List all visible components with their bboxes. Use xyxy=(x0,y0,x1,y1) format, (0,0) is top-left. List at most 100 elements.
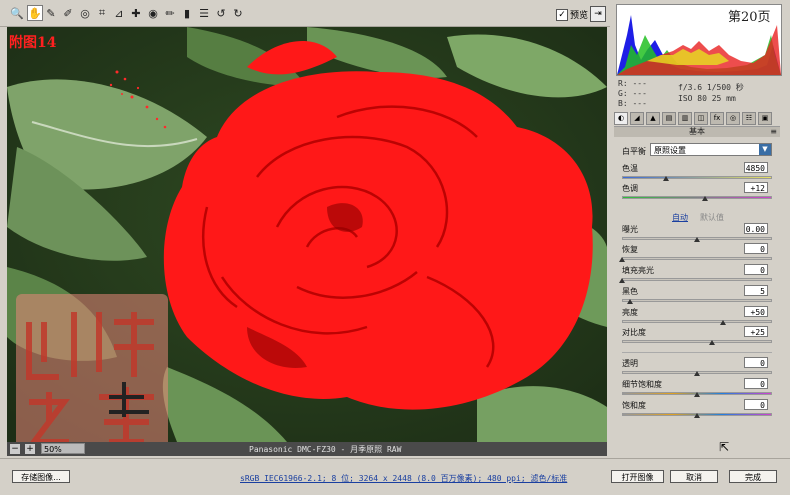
slider-thumb[interactable] xyxy=(694,371,700,376)
slider-track[interactable] xyxy=(622,196,772,199)
preview-label: 预览 xyxy=(570,11,589,21)
slider-value-field[interactable]: +25 xyxy=(744,326,768,337)
panel-header: 基本 ≡ xyxy=(614,126,780,137)
green-readout: G: --- xyxy=(618,89,647,98)
workflow-options-link[interactable]: sRGB IEC61966-2.1; 8 位; 3264 x 2448 (8.0… xyxy=(240,473,567,484)
tab-camera-calibration[interactable]: ◎ xyxy=(726,112,740,125)
slider-label: 黑色 xyxy=(622,287,638,296)
zoom-in-button[interactable]: + xyxy=(25,444,35,454)
iso-readout: ISO 80 25 mm xyxy=(678,94,736,103)
slider-value-field[interactable]: 0 xyxy=(744,357,768,368)
exposure-readout: f/3.6 1/500 秒 xyxy=(678,83,744,92)
slider-track[interactable] xyxy=(622,176,772,179)
open-image-button[interactable]: 打开图像 xyxy=(611,470,664,483)
auto-link[interactable]: 自动 xyxy=(672,212,688,223)
seal-stamp xyxy=(16,294,168,455)
slider-value-field[interactable]: +12 xyxy=(744,182,768,193)
preview-toggle[interactable]: ✓ 预览 xyxy=(556,8,588,21)
toolbar: 🔍 ✋ ✎ ✐ ◎ ⌗ ⊿ ✚ ◉ ✏ ▮ ☰ ↺ ↻ ✓ 预览 ⇥ xyxy=(0,0,610,27)
divider xyxy=(622,352,772,353)
panel-title: 基本 xyxy=(689,127,705,136)
slider-label: 曝光 xyxy=(622,225,638,234)
tab-tone-curve[interactable]: ◢ xyxy=(630,112,644,125)
slider-track[interactable] xyxy=(622,278,772,281)
slider-track[interactable] xyxy=(622,320,772,323)
preview-checkbox[interactable]: ✓ xyxy=(556,8,568,21)
slider-value-field[interactable]: 0 xyxy=(744,264,768,275)
tab-detail[interactable]: ▲ xyxy=(646,112,660,125)
fullscreen-icon[interactable]: ⇥ xyxy=(590,6,606,22)
slider-thumb[interactable] xyxy=(701,196,708,201)
slider-thumb[interactable] xyxy=(709,340,715,345)
slider-thumb[interactable] xyxy=(662,176,669,181)
eyedropper-icon[interactable]: ✎ xyxy=(44,6,58,20)
blue-readout: B: --- xyxy=(618,99,647,108)
panel-menu-icon[interactable]: ≡ xyxy=(770,127,777,137)
save-image-button[interactable]: 存储图像... xyxy=(12,470,70,483)
slider-label: 色调 xyxy=(622,184,638,193)
graduated-filter-icon[interactable]: ▮ xyxy=(180,6,194,20)
white-balance-label: 白平衡 xyxy=(622,147,646,156)
color-sampler-icon[interactable]: ✐ xyxy=(61,6,75,20)
camera-filename: Panasonic DMC-FZ30 - 月季原照 RAW xyxy=(249,445,402,454)
tab-presets[interactable]: ☷ xyxy=(742,112,756,125)
slider-label: 色温 xyxy=(622,164,638,173)
slider-thumb[interactable] xyxy=(694,413,700,418)
crop-icon[interactable]: ⌗ xyxy=(95,6,109,20)
tab-split-toning[interactable]: ▥ xyxy=(678,112,692,125)
slider-thumb[interactable] xyxy=(694,237,700,242)
target-adjust-icon[interactable]: ◎ xyxy=(78,6,92,20)
tab-effects[interactable]: fx xyxy=(710,112,724,125)
slider-track[interactable] xyxy=(622,299,772,302)
mouse-cursor-icon: ⇱ xyxy=(719,440,730,454)
rotate-left-icon[interactable]: ↺ xyxy=(214,6,228,20)
red-readout: R: --- xyxy=(618,79,647,88)
slider-thumb[interactable] xyxy=(626,299,633,304)
slider-thumb[interactable] xyxy=(719,320,726,325)
tab-basic[interactable]: ◐ xyxy=(614,112,628,125)
slider-thumb[interactable] xyxy=(619,257,625,262)
adjustment-brush-icon[interactable]: ✏ xyxy=(163,6,177,20)
zoom-out-button[interactable]: − xyxy=(10,444,20,454)
slider-value-field[interactable]: 5 xyxy=(744,285,768,296)
slider-value-field[interactable]: +50 xyxy=(744,306,768,317)
spot-removal-icon[interactable]: ✚ xyxy=(129,6,143,20)
slider-label: 细节饱和度 xyxy=(622,380,662,389)
slider-thumb[interactable] xyxy=(619,278,625,283)
info-readout: R: --- G: --- B: --- f/3.6 1/500 秒 ISO 8… xyxy=(618,79,778,109)
panel-tabs: ◐ ◢ ▲ ▤ ▥ ◫ fx ◎ ☷ ▣ xyxy=(614,112,780,125)
chevron-down-icon: ▼ xyxy=(759,144,771,155)
slider-value-field[interactable]: 0 xyxy=(744,243,768,254)
slider-value-field[interactable]: 0.00 xyxy=(744,223,768,234)
slider-label: 填充亮光 xyxy=(622,266,654,275)
preferences-icon[interactable]: ☰ xyxy=(197,6,211,20)
white-balance-select[interactable]: 原照设置 ▼ xyxy=(650,143,772,156)
slider-value-field[interactable]: 0 xyxy=(744,399,768,410)
hand-icon[interactable]: ✋ xyxy=(27,5,43,21)
zoom-level-select[interactable]: 50% xyxy=(41,443,85,454)
red-eye-icon[interactable]: ◉ xyxy=(146,6,160,20)
slider-label: 透明 xyxy=(622,359,638,368)
slider-label: 恢复 xyxy=(622,245,638,254)
rotate-right-icon[interactable]: ↻ xyxy=(231,6,245,20)
slider-label: 亮度 xyxy=(622,308,638,317)
slider-thumb[interactable] xyxy=(694,392,700,397)
page-number: 第20页 xyxy=(728,10,771,25)
slider-value-field[interactable]: 4850 xyxy=(744,162,768,173)
slider-label: 对比度 xyxy=(622,328,646,337)
slider-label: 饱和度 xyxy=(622,401,646,410)
tab-hsl[interactable]: ▤ xyxy=(662,112,676,125)
straighten-icon[interactable]: ⊿ xyxy=(112,6,126,20)
zoom-bar: − + 50% Panasonic DMC-FZ30 - 月季原照 RAW xyxy=(7,442,607,456)
white-balance-value: 原照设置 xyxy=(654,146,686,155)
zoom-icon[interactable]: 🔍 xyxy=(10,6,24,20)
slider-track[interactable] xyxy=(622,257,772,260)
tab-lens[interactable]: ◫ xyxy=(694,112,708,125)
slider-value-field[interactable]: 0 xyxy=(744,378,768,389)
done-button[interactable]: 完成 xyxy=(729,470,777,483)
slider-track[interactable] xyxy=(622,340,772,343)
cancel-button[interactable]: 取消 xyxy=(670,470,718,483)
default-link[interactable]: 默认值 xyxy=(700,212,724,223)
tab-snapshots[interactable]: ▣ xyxy=(758,112,772,125)
page-marker: 附图14 xyxy=(9,35,57,51)
